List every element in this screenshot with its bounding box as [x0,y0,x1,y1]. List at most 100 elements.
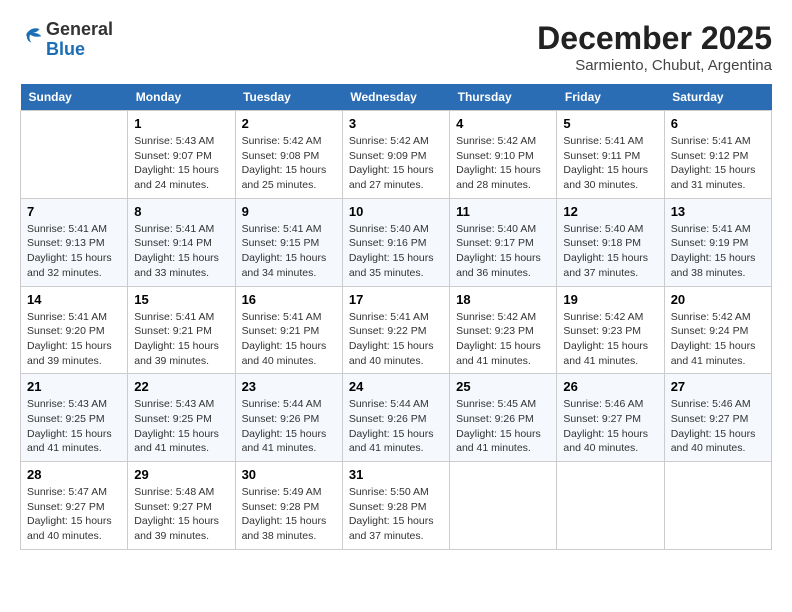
calendar-day-cell: 20Sunrise: 5:42 AMSunset: 9:24 PMDayligh… [664,286,771,374]
calendar-day-cell: 4 Sunrise: 5:42 AMSunset: 9:10 PMDaylight… [450,111,557,199]
day-info: Sunrise: 5:48 AMSunset: 9:27 PMDaylight:… [134,485,228,544]
day-number: 28 [27,467,121,482]
calendar-week-row: 28 Sunrise: 5:47 AMSunset: 9:27 PMDayligh… [21,462,772,550]
calendar-day-cell: 27Sunrise: 5:46 AMSunset: 9:27 PMDayligh… [664,374,771,462]
day-number: 2 [242,116,336,131]
calendar-day-cell [21,111,128,199]
day-number: 18 [456,292,550,307]
page-header: General Blue December 2025 Sarmiento, Ch… [20,20,772,74]
day-info: Sunrise: 5:40 AMSunset: 9:18 PMDaylight:… [563,222,657,281]
day-info: Sunrise: 5:41 AMSunset: 9:19 PMDaylight:… [671,222,765,281]
calendar-day-cell: 7 Sunrise: 5:41 AMSunset: 9:13 PMDaylight… [21,198,128,286]
day-info: Sunrise: 5:42 AMSunset: 9:23 PMDaylight:… [456,310,550,369]
day-number: 25 [456,379,550,394]
day-number: 6 [671,116,765,131]
calendar-day-cell: 15 Sunrise: 5:41 AMSunset: 9:21 PMDayligh… [128,286,235,374]
day-number: 8 [134,204,228,219]
calendar-day-cell: 18 Sunrise: 5:42 AMSunset: 9:23 PMDayligh… [450,286,557,374]
day-number: 5 [563,116,657,131]
day-of-week-header: Friday [557,84,664,111]
day-number: 21 [27,379,121,394]
calendar-day-cell: 9 Sunrise: 5:41 AMSunset: 9:15 PMDaylight… [235,198,342,286]
day-number: 29 [134,467,228,482]
logo-general-text: General [46,20,113,40]
day-number: 30 [242,467,336,482]
day-info: Sunrise: 5:42 AMSunset: 9:09 PMDaylight:… [349,134,443,193]
day-info: Sunrise: 5:45 AMSunset: 9:26 PMDaylight:… [456,397,550,456]
day-number: 15 [134,292,228,307]
day-number: 17 [349,292,443,307]
day-number: 1 [134,116,228,131]
day-number: 19 [563,292,657,307]
day-number: 23 [242,379,336,394]
calendar-day-cell: 13 Sunrise: 5:41 AMSunset: 9:19 PMDayligh… [664,198,771,286]
calendar-day-cell: 17 Sunrise: 5:41 AMSunset: 9:22 PMDayligh… [342,286,449,374]
calendar-table: SundayMondayTuesdayWednesdayThursdayFrid… [20,84,772,550]
day-info: Sunrise: 5:46 AMSunset: 9:27 PMDaylight:… [671,397,765,456]
day-info: Sunrise: 5:42 AMSunset: 9:10 PMDaylight:… [456,134,550,193]
calendar-day-cell: 19Sunrise: 5:42 AMSunset: 9:23 PMDayligh… [557,286,664,374]
day-info: Sunrise: 5:41 AMSunset: 9:14 PMDaylight:… [134,222,228,281]
day-info: Sunrise: 5:41 AMSunset: 9:15 PMDaylight:… [242,222,336,281]
day-info: Sunrise: 5:40 AMSunset: 9:17 PMDaylight:… [456,222,550,281]
calendar-day-cell: 5 Sunrise: 5:41 AMSunset: 9:11 PMDaylight… [557,111,664,199]
location-subtitle: Sarmiento, Chubut, Argentina [537,57,772,74]
calendar-week-row: 14Sunrise: 5:41 AMSunset: 9:20 PMDayligh… [21,286,772,374]
day-info: Sunrise: 5:41 AMSunset: 9:21 PMDaylight:… [242,310,336,369]
day-info: Sunrise: 5:43 AMSunset: 9:07 PMDaylight:… [134,134,228,193]
calendar-day-cell: 11 Sunrise: 5:40 AMSunset: 9:17 PMDayligh… [450,198,557,286]
day-number: 4 [456,116,550,131]
day-of-week-header: Thursday [450,84,557,111]
calendar-day-cell: 23Sunrise: 5:44 AMSunset: 9:26 PMDayligh… [235,374,342,462]
day-info: Sunrise: 5:50 AMSunset: 9:28 PMDaylight:… [349,485,443,544]
day-info: Sunrise: 5:41 AMSunset: 9:13 PMDaylight:… [27,222,121,281]
calendar-day-cell: 12 Sunrise: 5:40 AMSunset: 9:18 PMDayligh… [557,198,664,286]
title-block: December 2025 Sarmiento, Chubut, Argenti… [537,20,772,74]
calendar-day-cell: 2 Sunrise: 5:42 AMSunset: 9:08 PMDaylight… [235,111,342,199]
day-number: 24 [349,379,443,394]
day-info: Sunrise: 5:41 AMSunset: 9:21 PMDaylight:… [134,310,228,369]
day-number: 7 [27,204,121,219]
logo-blue-text: Blue [46,40,113,60]
calendar-week-row: 1 Sunrise: 5:43 AMSunset: 9:07 PMDaylight… [21,111,772,199]
logo: General Blue [20,20,113,60]
calendar-week-row: 7 Sunrise: 5:41 AMSunset: 9:13 PMDaylight… [21,198,772,286]
calendar-day-cell [664,462,771,550]
calendar-day-cell: 24 Sunrise: 5:44 AMSunset: 9:26 PMDayligh… [342,374,449,462]
calendar-day-cell: 14Sunrise: 5:41 AMSunset: 9:20 PMDayligh… [21,286,128,374]
day-of-week-header: Sunday [21,84,128,111]
day-info: Sunrise: 5:41 AMSunset: 9:11 PMDaylight:… [563,134,657,193]
calendar-day-cell: 8 Sunrise: 5:41 AMSunset: 9:14 PMDaylight… [128,198,235,286]
day-number: 13 [671,204,765,219]
day-number: 12 [563,204,657,219]
day-number: 3 [349,116,443,131]
day-info: Sunrise: 5:41 AMSunset: 9:12 PMDaylight:… [671,134,765,193]
calendar-day-cell: 26 Sunrise: 5:46 AMSunset: 9:27 PMDayligh… [557,374,664,462]
calendar-day-cell: 25 Sunrise: 5:45 AMSunset: 9:26 PMDayligh… [450,374,557,462]
calendar-day-cell: 21Sunrise: 5:43 AMSunset: 9:25 PMDayligh… [21,374,128,462]
day-info: Sunrise: 5:44 AMSunset: 9:26 PMDaylight:… [349,397,443,456]
day-info: Sunrise: 5:41 AMSunset: 9:22 PMDaylight:… [349,310,443,369]
calendar-body: 1 Sunrise: 5:43 AMSunset: 9:07 PMDaylight… [21,111,772,550]
day-of-week-header: Saturday [664,84,771,111]
day-number: 31 [349,467,443,482]
day-number: 26 [563,379,657,394]
calendar-day-cell: 28 Sunrise: 5:47 AMSunset: 9:27 PMDayligh… [21,462,128,550]
day-number: 20 [671,292,765,307]
calendar-day-cell: 16 Sunrise: 5:41 AMSunset: 9:21 PMDayligh… [235,286,342,374]
calendar-day-cell: 3 Sunrise: 5:42 AMSunset: 9:09 PMDaylight… [342,111,449,199]
day-number: 10 [349,204,443,219]
logo-bird-icon [22,25,46,49]
day-number: 9 [242,204,336,219]
day-info: Sunrise: 5:46 AMSunset: 9:27 PMDaylight:… [563,397,657,456]
day-info: Sunrise: 5:47 AMSunset: 9:27 PMDaylight:… [27,485,121,544]
calendar-week-row: 21Sunrise: 5:43 AMSunset: 9:25 PMDayligh… [21,374,772,462]
month-title: December 2025 [537,20,772,57]
day-of-week-header: Tuesday [235,84,342,111]
day-of-week-header: Wednesday [342,84,449,111]
day-info: Sunrise: 5:49 AMSunset: 9:28 PMDaylight:… [242,485,336,544]
day-info: Sunrise: 5:42 AMSunset: 9:08 PMDaylight:… [242,134,336,193]
day-number: 11 [456,204,550,219]
day-number: 16 [242,292,336,307]
header-row: SundayMondayTuesdayWednesdayThursdayFrid… [21,84,772,111]
